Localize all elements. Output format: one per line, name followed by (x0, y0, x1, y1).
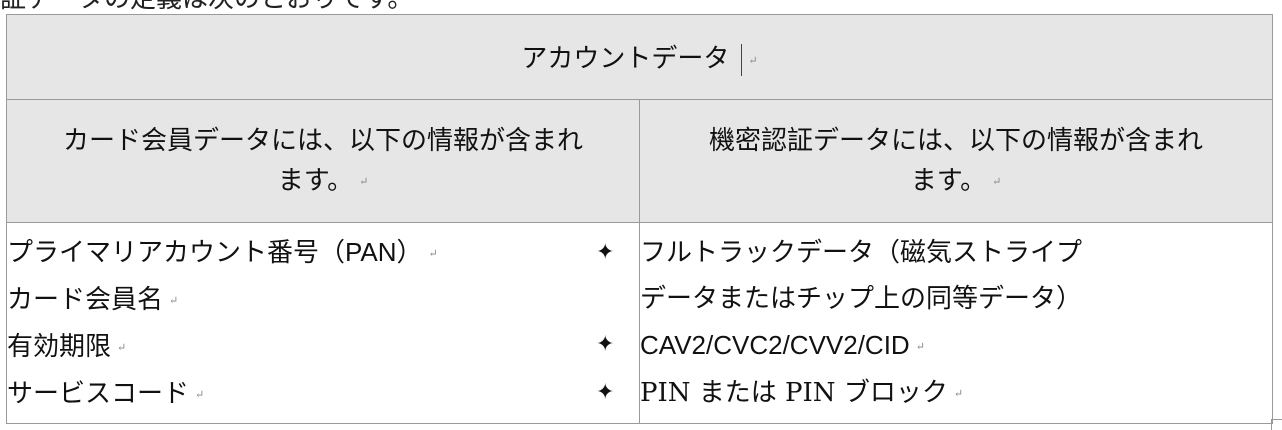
cardholder-header-line2: ます。 (277, 165, 354, 196)
sensitive-auth-data-list: ✦ フルトラックデータ（磁気ストライプ データまたはチップ上の同等データ） ✦ … (596, 230, 1272, 417)
list-item: ✦ PIN または PIN ブロック ↵ (596, 370, 1272, 417)
cardholder-data-header-cell[interactable]: カード会員データには、以下の情報が含まれ ます。 ↵ (6, 99, 640, 223)
paragraph-mark: ↵ (195, 387, 205, 401)
paragraph-mark: ↵ (915, 339, 925, 353)
table-title: アカウントデータ (521, 44, 730, 74)
paragraph-mark: ↵ (359, 174, 369, 188)
cardholder-data-list-cell[interactable]: ✦ プライマリアカウント番号（PAN）↵ ✦ カード会員名↵ ✦ 有効期限↵ ✦… (6, 222, 640, 424)
paragraph-mark: ↵ (169, 293, 179, 307)
sensitive-auth-data-list-cell[interactable]: ✦ フルトラックデータ（磁気ストライプ データまたはチップ上の同等データ） ✦ … (596, 222, 1273, 424)
list-item: ✦ カード会員名↵ (7, 284, 179, 315)
list-item: ✦ 有効期限↵ (7, 331, 127, 362)
list-item: ✦ CAV2/CVC2/CVV2/CID ↵ (596, 322, 1272, 370)
cardholder-header-line1: カード会員データには、以下の情報が含まれ (62, 125, 583, 156)
paragraph-mark: ↵ (117, 340, 127, 354)
star-bullet-icon: ✦ (596, 331, 615, 357)
paragraph-mark: ↵ (748, 53, 758, 67)
text-cursor (741, 44, 743, 76)
auth-header-line2: ます。 (910, 165, 987, 196)
paragraph-mark: ↵ (992, 174, 1002, 188)
auth-header-line1: 機密認証データには、以下の情報が含まれ (708, 125, 1203, 156)
list-item: ✦ プライマリアカウント番号（PAN）↵ (7, 236, 438, 268)
list-item: ✦ フルトラックデータ（磁気ストライプ データまたはチップ上の同等データ） (596, 230, 1272, 322)
table-title-cell[interactable]: アカウントデータ ↵ (6, 14, 1273, 100)
paragraph-mark: ↵ (428, 246, 438, 260)
account-data-table: アカウントデータ ↵ カード会員データには、以下の情報が含まれ ます。 ↵ 機密認証… (6, 14, 1273, 424)
star-bullet-icon: ✦ (596, 379, 615, 405)
cardholder-data-list: ✦ プライマリアカウント番号（PAN）↵ ✦ カード会員名↵ ✦ 有効期限↵ ✦… (7, 229, 639, 418)
list-item: ✦ サービスコード↵ (7, 378, 205, 409)
star-bullet-icon: ✦ (596, 239, 615, 265)
sensitive-auth-data-header-cell[interactable]: 機密認証データには、以下の情報が含まれ ます。 ↵ (639, 99, 1273, 223)
preceding-text-line: 証データの定義は次のとおりです。 (0, 0, 413, 14)
table-resize-handle[interactable] (1271, 419, 1282, 430)
paragraph-mark: ↵ (953, 386, 964, 400)
